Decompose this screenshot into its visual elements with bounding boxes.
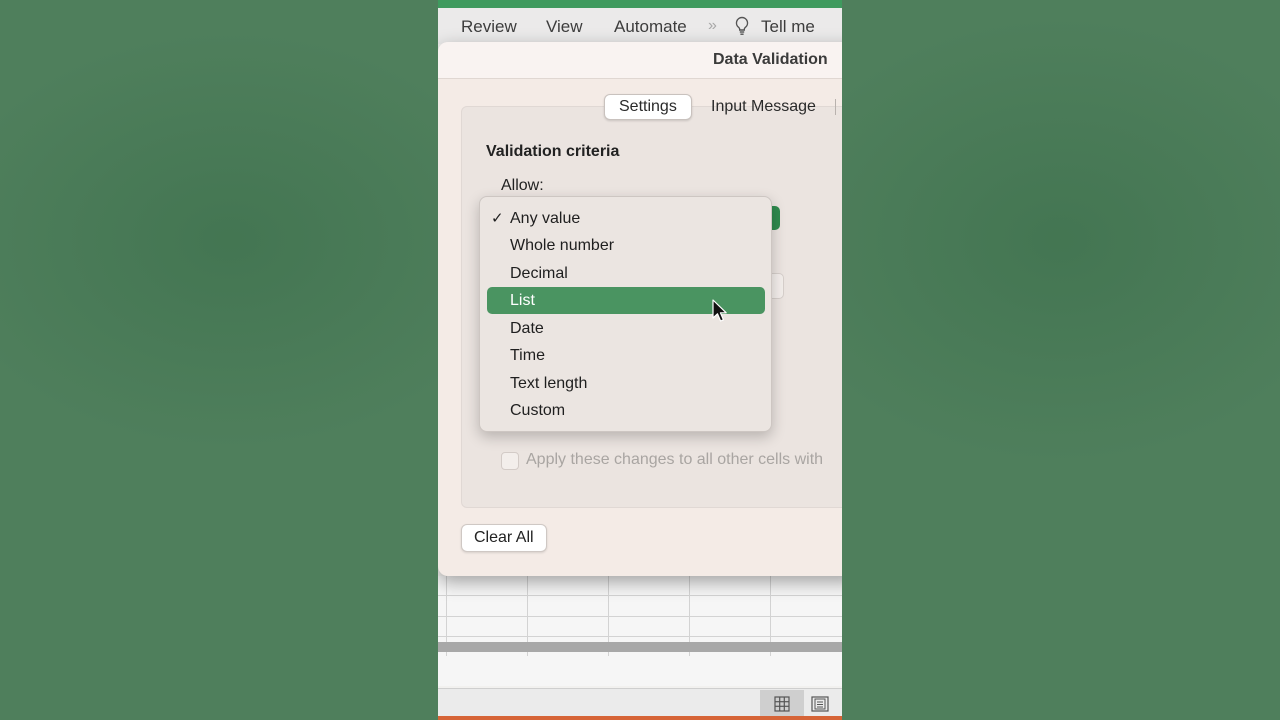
tab-review[interactable]: Review — [461, 17, 517, 37]
tab-automate[interactable]: Automate — [614, 17, 687, 37]
status-bar — [438, 688, 842, 718]
menu-item-whole-number[interactable]: Whole number — [487, 232, 765, 259]
menu-item-any-value[interactable]: ✓ Any value — [487, 205, 765, 232]
mouse-pointer-icon — [712, 299, 728, 328]
normal-view-grid-icon[interactable] — [760, 690, 804, 718]
lightbulb-icon — [734, 16, 750, 41]
menu-item-custom[interactable]: Custom — [487, 397, 765, 424]
dialog-title: Data Validation — [713, 51, 828, 68]
double-chevron-right-icon[interactable]: » — [708, 17, 717, 35]
allow-label: Allow: — [501, 177, 544, 194]
menu-item-time[interactable]: Time — [487, 342, 765, 369]
apply-changes-checkbox[interactable] — [501, 452, 519, 470]
tell-me-search[interactable]: Tell me — [761, 17, 815, 37]
app-window: Review View Automate » Tell me Data Vali… — [438, 0, 842, 720]
tab-separator — [835, 99, 836, 115]
tab-input-message[interactable]: Input Message — [711, 94, 816, 120]
apply-changes-label: Apply these changes to all other cells w… — [526, 451, 824, 468]
spreadsheet-grid[interactable] — [438, 576, 842, 686]
title-accent-strip — [438, 0, 842, 8]
tab-view[interactable]: View — [546, 17, 583, 37]
page-layout-view-icon[interactable] — [805, 690, 835, 718]
dialog-titlebar: Data Validation — [438, 42, 842, 79]
data-validation-dialog: Data Validation Settings Input Message V… — [438, 42, 842, 576]
ribbon-tabs: Review View Automate » Tell me — [438, 8, 842, 44]
bottom-accent-strip — [438, 716, 842, 720]
clear-all-button[interactable]: Clear All — [461, 524, 547, 552]
menu-item-text-length[interactable]: Text length — [487, 370, 765, 397]
tab-settings[interactable]: Settings — [604, 94, 692, 120]
allow-options-menu: ✓ Any value Whole number Decimal List Da… — [479, 196, 772, 432]
sheet-tab-bar — [438, 642, 842, 652]
checkmark-icon: ✓ — [491, 210, 504, 227]
menu-item-decimal[interactable]: Decimal — [487, 260, 765, 287]
section-title: Validation criteria — [486, 143, 620, 160]
